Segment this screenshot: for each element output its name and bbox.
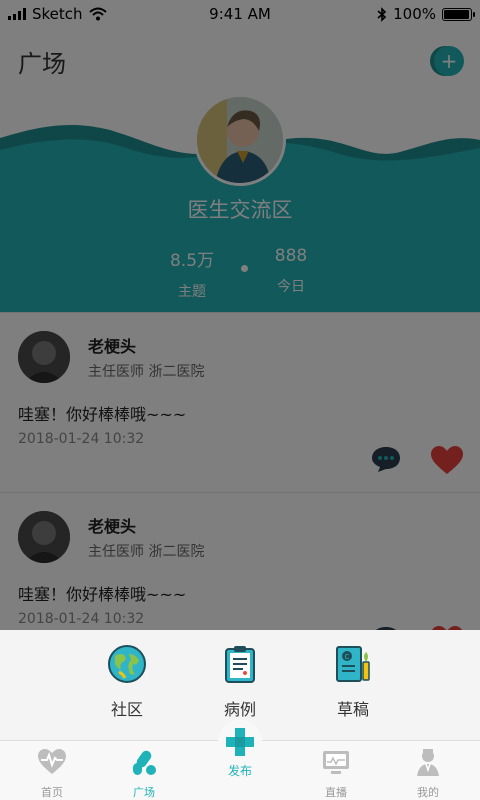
publish-community-label: 社区 <box>110 700 143 719</box>
publish-draft-button[interactable]: C 草稿 <box>313 644 393 720</box>
tab-home[interactable]: 首页 <box>12 747 92 800</box>
doctor-icon <box>417 749 439 776</box>
monitor-icon <box>323 751 349 774</box>
tab-live[interactable]: 直播 <box>296 747 376 800</box>
pills-icon <box>133 750 156 775</box>
svg-text:C: C <box>345 653 350 661</box>
publish-draft-label: 草稿 <box>336 700 369 719</box>
tab-publish[interactable] <box>218 720 262 764</box>
publish-community-button[interactable]: 社区 <box>87 644 167 720</box>
medical-cross-icon <box>226 728 254 756</box>
publish-case-label: 病例 <box>223 700 256 719</box>
tab-square[interactable]: 广场 <box>104 747 184 800</box>
tab-live-label: 直播 <box>325 786 347 799</box>
clipboard-icon <box>225 646 255 683</box>
heart-pulse-icon <box>38 749 66 774</box>
publish-case-button[interactable]: 病例 <box>200 644 280 720</box>
tab-mine[interactable]: 我的 <box>388 747 468 800</box>
globe-icon <box>108 645 146 683</box>
modal-backdrop[interactable] <box>0 0 480 630</box>
tab-mine-label: 我的 <box>417 786 439 799</box>
tab-home-label: 首页 <box>41 786 63 799</box>
draft-book-icon: C <box>336 646 370 682</box>
tab-publish-label: 发布 <box>227 764 252 778</box>
tab-square-label: 广场 <box>133 786 155 799</box>
